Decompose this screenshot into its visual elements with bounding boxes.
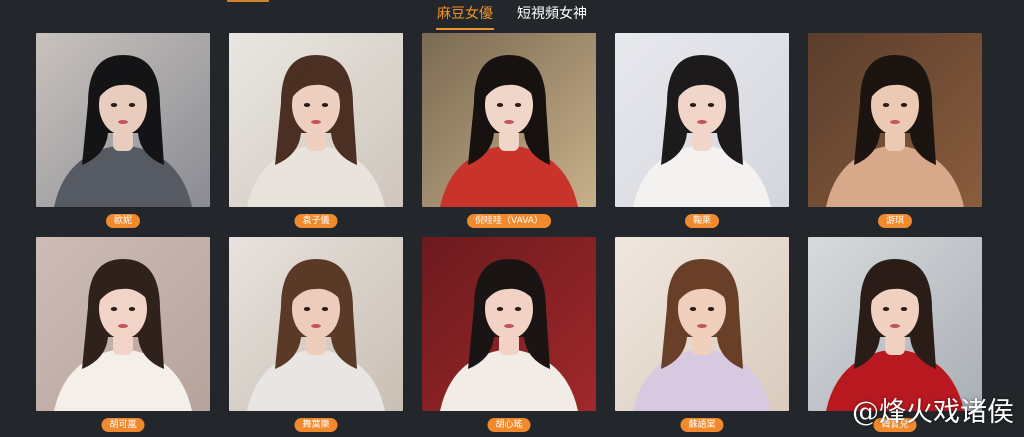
actress-name: 袁子儀 <box>294 214 338 228</box>
actress-photo[interactable] <box>422 237 596 411</box>
category-tabs: 麻豆女優 短視頻女神 <box>0 4 1024 30</box>
portrait-image <box>615 237 789 411</box>
actress-card[interactable]: 蘇語棠 <box>615 237 789 432</box>
actress-card[interactable]: 歐妮 <box>36 33 210 233</box>
page: 麻豆女優 短視頻女神 歐妮 袁子儀 倪哇哇（VAVA） 鞠萊 游琪 胡可嵐 舞葉… <box>0 0 1024 437</box>
actress-card[interactable]: 倪哇哇（VAVA） <box>422 33 596 233</box>
actress-photo[interactable] <box>808 237 982 411</box>
actress-card[interactable]: 舞葉樂 <box>229 237 403 432</box>
top-accent-bar <box>227 0 269 2</box>
actress-name: 胡可嵐 <box>101 418 145 432</box>
portrait-image <box>229 33 403 207</box>
actress-card[interactable]: 游琪 <box>808 33 982 233</box>
actress-card[interactable]: 胡心瑤 <box>422 237 596 432</box>
actress-photo[interactable] <box>36 237 210 411</box>
actress-name: 蘇語棠 <box>680 418 724 432</box>
portrait-image <box>615 33 789 207</box>
portrait-image <box>808 33 982 207</box>
actress-photo[interactable] <box>229 237 403 411</box>
actress-name: 倪哇哇（VAVA） <box>467 214 551 228</box>
portrait-image <box>808 237 982 411</box>
actress-photo[interactable] <box>422 33 596 207</box>
watermark: @烽火戏诸侯 <box>852 397 1014 428</box>
actress-photo[interactable] <box>615 33 789 207</box>
actress-photo[interactable] <box>229 33 403 207</box>
actress-name: 胡心瑤 <box>487 418 531 432</box>
portrait-image <box>36 237 210 411</box>
actress-photo[interactable] <box>808 33 982 207</box>
portrait-image <box>36 33 210 207</box>
tab-madou-actresses[interactable]: 麻豆女優 <box>436 4 494 30</box>
actress-card[interactable]: 胡可嵐 <box>36 237 210 432</box>
portrait-image <box>229 237 403 411</box>
actress-name: 歐妮 <box>105 214 141 228</box>
actress-grid: 歐妮 袁子儀 倪哇哇（VAVA） 鞠萊 游琪 胡可嵐 舞葉樂 胡心瑤 蘇語棠 韓… <box>36 33 982 432</box>
portrait-image <box>422 237 596 411</box>
portrait-image <box>422 33 596 207</box>
actress-card[interactable]: 鞠萊 <box>615 33 789 233</box>
actress-name: 游琪 <box>877 214 913 228</box>
actress-name: 舞葉樂 <box>294 418 338 432</box>
actress-photo[interactable] <box>36 33 210 207</box>
tab-short-video-goddess[interactable]: 短視頻女神 <box>516 4 588 28</box>
actress-name: 鞠萊 <box>684 214 720 228</box>
actress-photo[interactable] <box>615 237 789 411</box>
actress-card[interactable]: 袁子儀 <box>229 33 403 233</box>
